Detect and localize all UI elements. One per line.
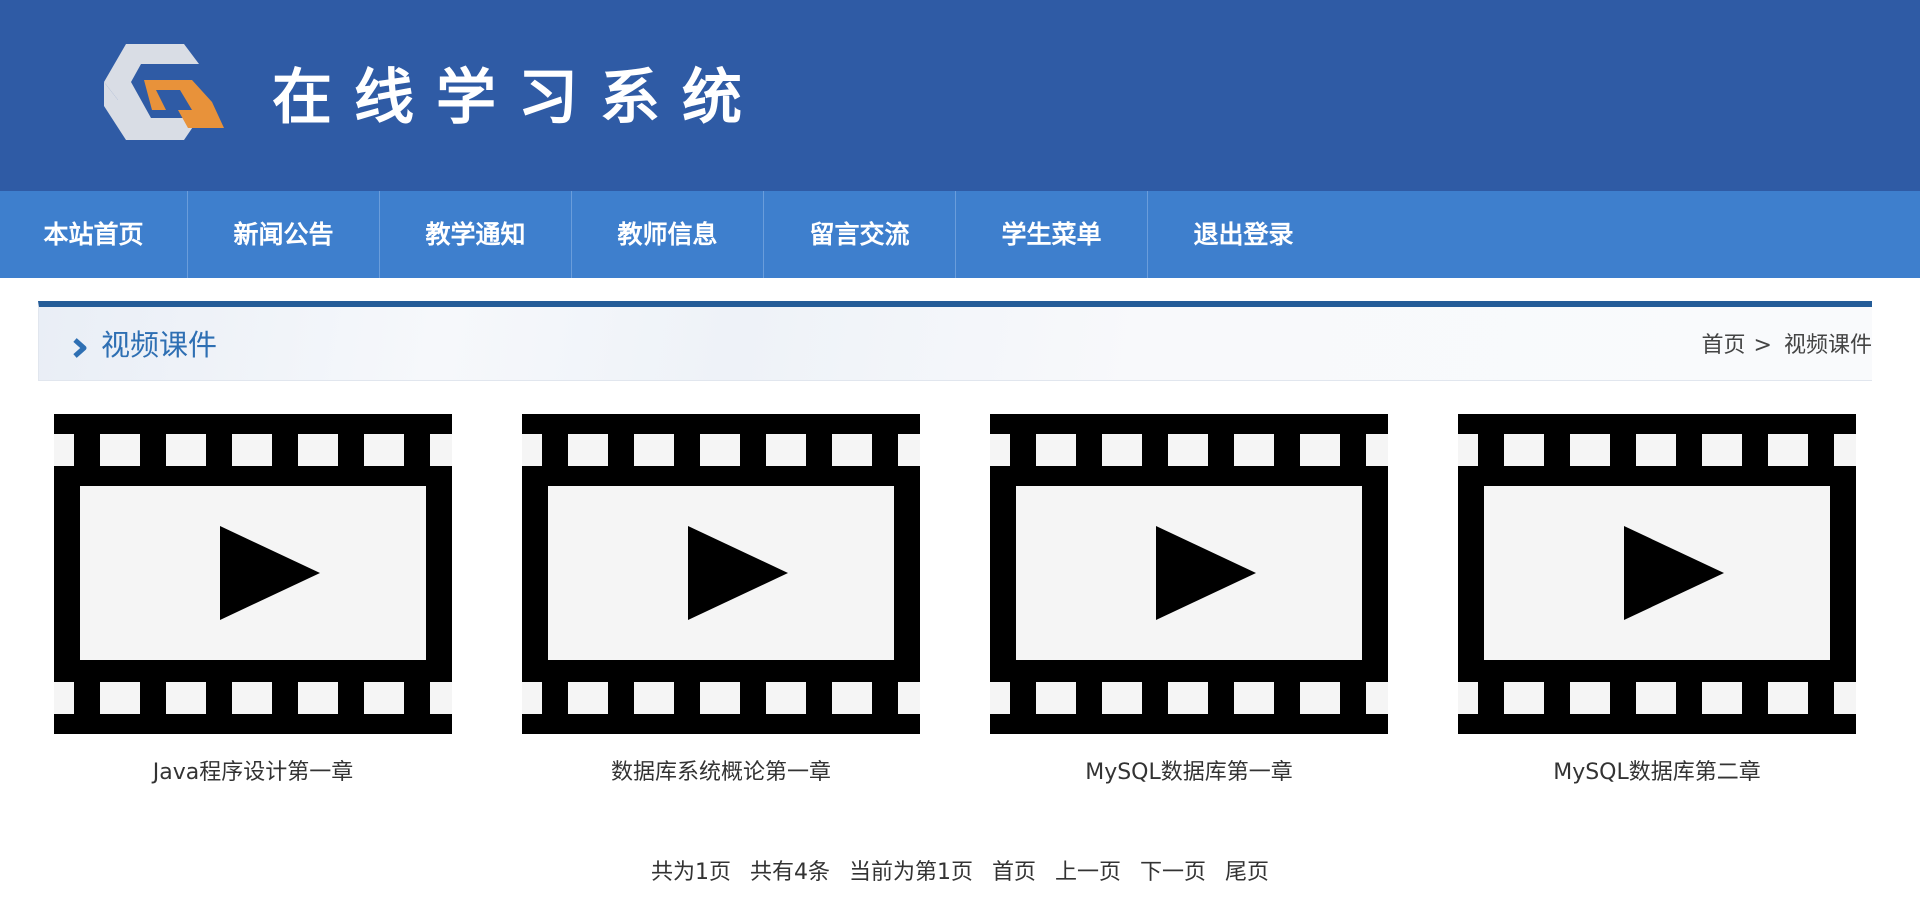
breadcrumb-home-link[interactable]: 首页 [1702, 333, 1746, 358]
video-title[interactable]: MySQL数据库第二章 [1458, 754, 1856, 786]
video-title[interactable]: 数据库系统概论第一章 [522, 754, 920, 786]
breadcrumb-current: 视频课件 [1783, 333, 1872, 358]
film-play-icon[interactable] [1458, 414, 1856, 734]
nav-item-logout[interactable]: 退出登录 [1148, 191, 1339, 278]
site-header: 在线学习系统 [0, 0, 1920, 191]
nav-item-news[interactable]: 新闻公告 [188, 191, 379, 278]
pagination: 共为1页 共有4条 当前为第1页 首页 上一页 下一页 尾页 [0, 854, 1920, 886]
video-card[interactable]: MySQL数据库第二章 [1458, 414, 1856, 785]
chevron-right-icon [73, 338, 87, 358]
film-play-icon[interactable] [522, 414, 920, 734]
pagination-first-link[interactable]: 首页 [992, 860, 1036, 885]
pagination-current-page: 当前为第1页 [848, 860, 973, 885]
breadcrumb: 首页 > 视频课件 [1702, 329, 1872, 363]
main-nav: 本站首页 新闻公告 教学通知 教师信息 留言交流 学生菜单 退出登录 [0, 191, 1920, 278]
nav-item-student-menu[interactable]: 学生菜单 [956, 191, 1147, 278]
section-title: 视频课件 [101, 328, 218, 362]
breadcrumb-separator: > [1753, 333, 1772, 358]
video-card[interactable]: Java程序设计第一章 [54, 414, 452, 785]
video-title[interactable]: Java程序设计第一章 [54, 754, 452, 786]
nav-item-teaching-notice[interactable]: 教学通知 [380, 191, 571, 278]
nav-item-teacher-info[interactable]: 教师信息 [572, 191, 763, 278]
nav-item-message-board[interactable]: 留言交流 [764, 191, 955, 278]
film-play-icon[interactable] [54, 414, 452, 734]
video-card[interactable]: MySQL数据库第一章 [990, 414, 1388, 785]
pagination-last-link[interactable]: 尾页 [1225, 860, 1269, 885]
pagination-prev-link[interactable]: 上一页 [1055, 860, 1121, 885]
pagination-total-pages: 共为1页 [650, 860, 731, 885]
pagination-total-items: 共有4条 [749, 860, 830, 885]
video-title[interactable]: MySQL数据库第一章 [990, 754, 1388, 786]
section-header: 视频课件 首页 > 视频课件 [38, 301, 1872, 381]
pagination-next-link[interactable]: 下一页 [1140, 860, 1206, 885]
site-title: 在线学习系统 [272, 63, 764, 133]
nav-item-home[interactable]: 本站首页 [0, 191, 187, 278]
site-logo [104, 44, 224, 140]
film-play-icon[interactable] [990, 414, 1388, 734]
video-card[interactable]: 数据库系统概论第一章 [522, 414, 920, 785]
